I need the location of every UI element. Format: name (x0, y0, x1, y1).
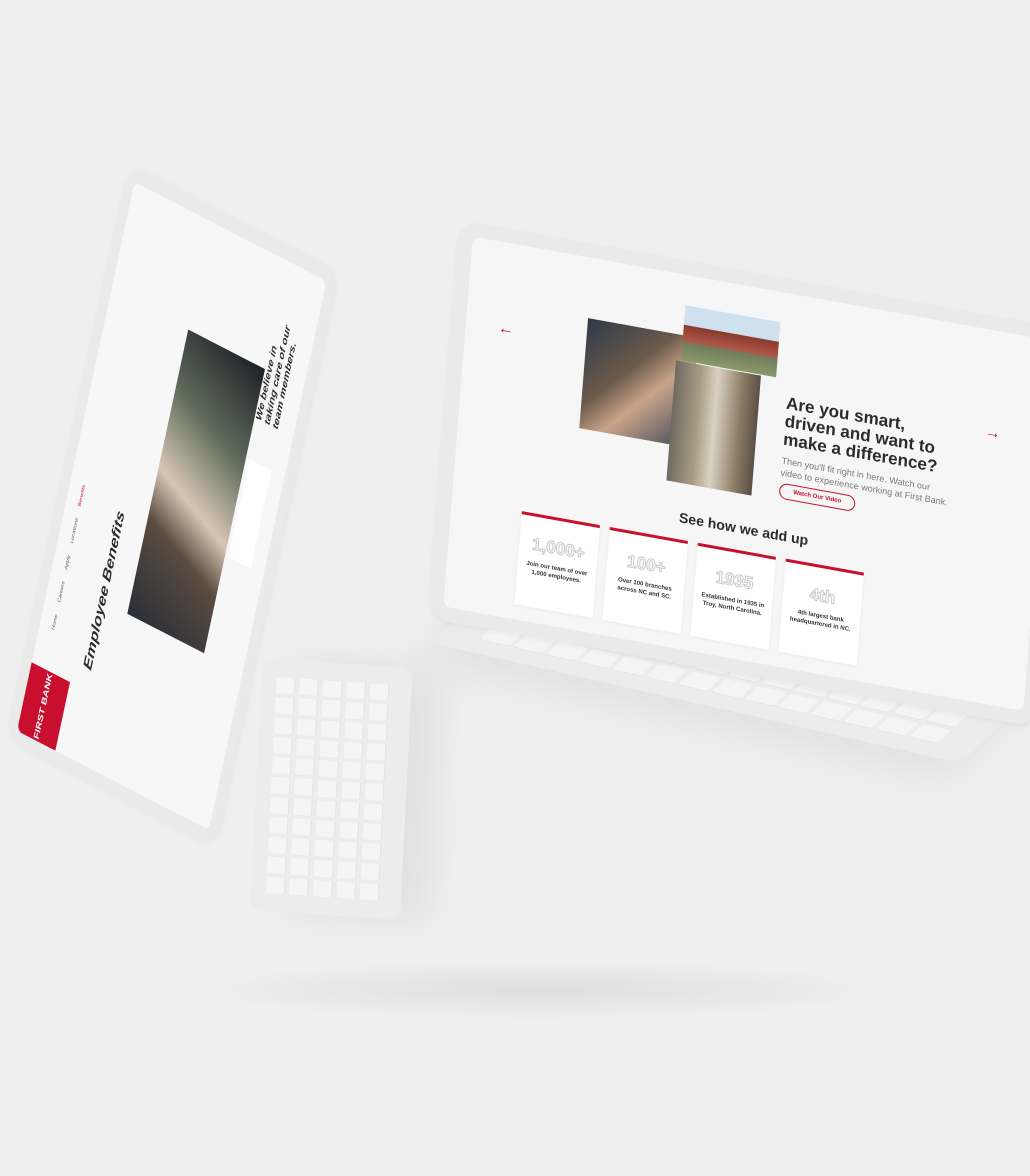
hero-section: ← Are you smart, driven and want to make… (456, 236, 1030, 551)
first-bank-logo[interactable]: FIRST BANK (16, 662, 70, 751)
page-title: Employee Benefits (80, 507, 128, 673)
stat-card: 4th 4th largest bank headquartered in NC… (778, 558, 864, 666)
branch-door-photo (666, 360, 761, 496)
stat-card: 1935 Established in 1935 in Troy, North … (690, 542, 776, 650)
stat-label: Over 100 branches across NC and SC. (617, 577, 672, 601)
stat-card: 1,000+ Join our team of over 1,000 emplo… (514, 511, 600, 619)
nav-item[interactable]: Home (52, 613, 59, 631)
left-laptop-base (250, 658, 413, 920)
nav-item[interactable]: Apply (64, 554, 71, 571)
left-laptop-keyboard (265, 677, 390, 901)
stat-label: Join our team of over 1,000 employees. (526, 560, 588, 585)
floor-shadow (180, 960, 900, 1020)
stat-card: 100+ Over 100 branches across NC and SC. (602, 526, 688, 634)
left-nav: Home Careers Apply Locations Benefits (52, 484, 87, 631)
stat-label: 4th largest bank headquartered in NC. (789, 609, 851, 634)
stat-label: Established in 1935 in Troy, North Carol… (701, 592, 765, 618)
nav-item[interactable]: Benefits (78, 484, 86, 507)
nav-item[interactable]: Careers (57, 581, 65, 604)
mockup-scene: FIRST BANK Home Careers Apply Locations … (0, 0, 1030, 1176)
arrow-right-icon[interactable]: → (984, 423, 1001, 443)
nav-item[interactable]: Locations (70, 517, 79, 544)
arrow-left-icon[interactable]: ← (497, 319, 514, 339)
